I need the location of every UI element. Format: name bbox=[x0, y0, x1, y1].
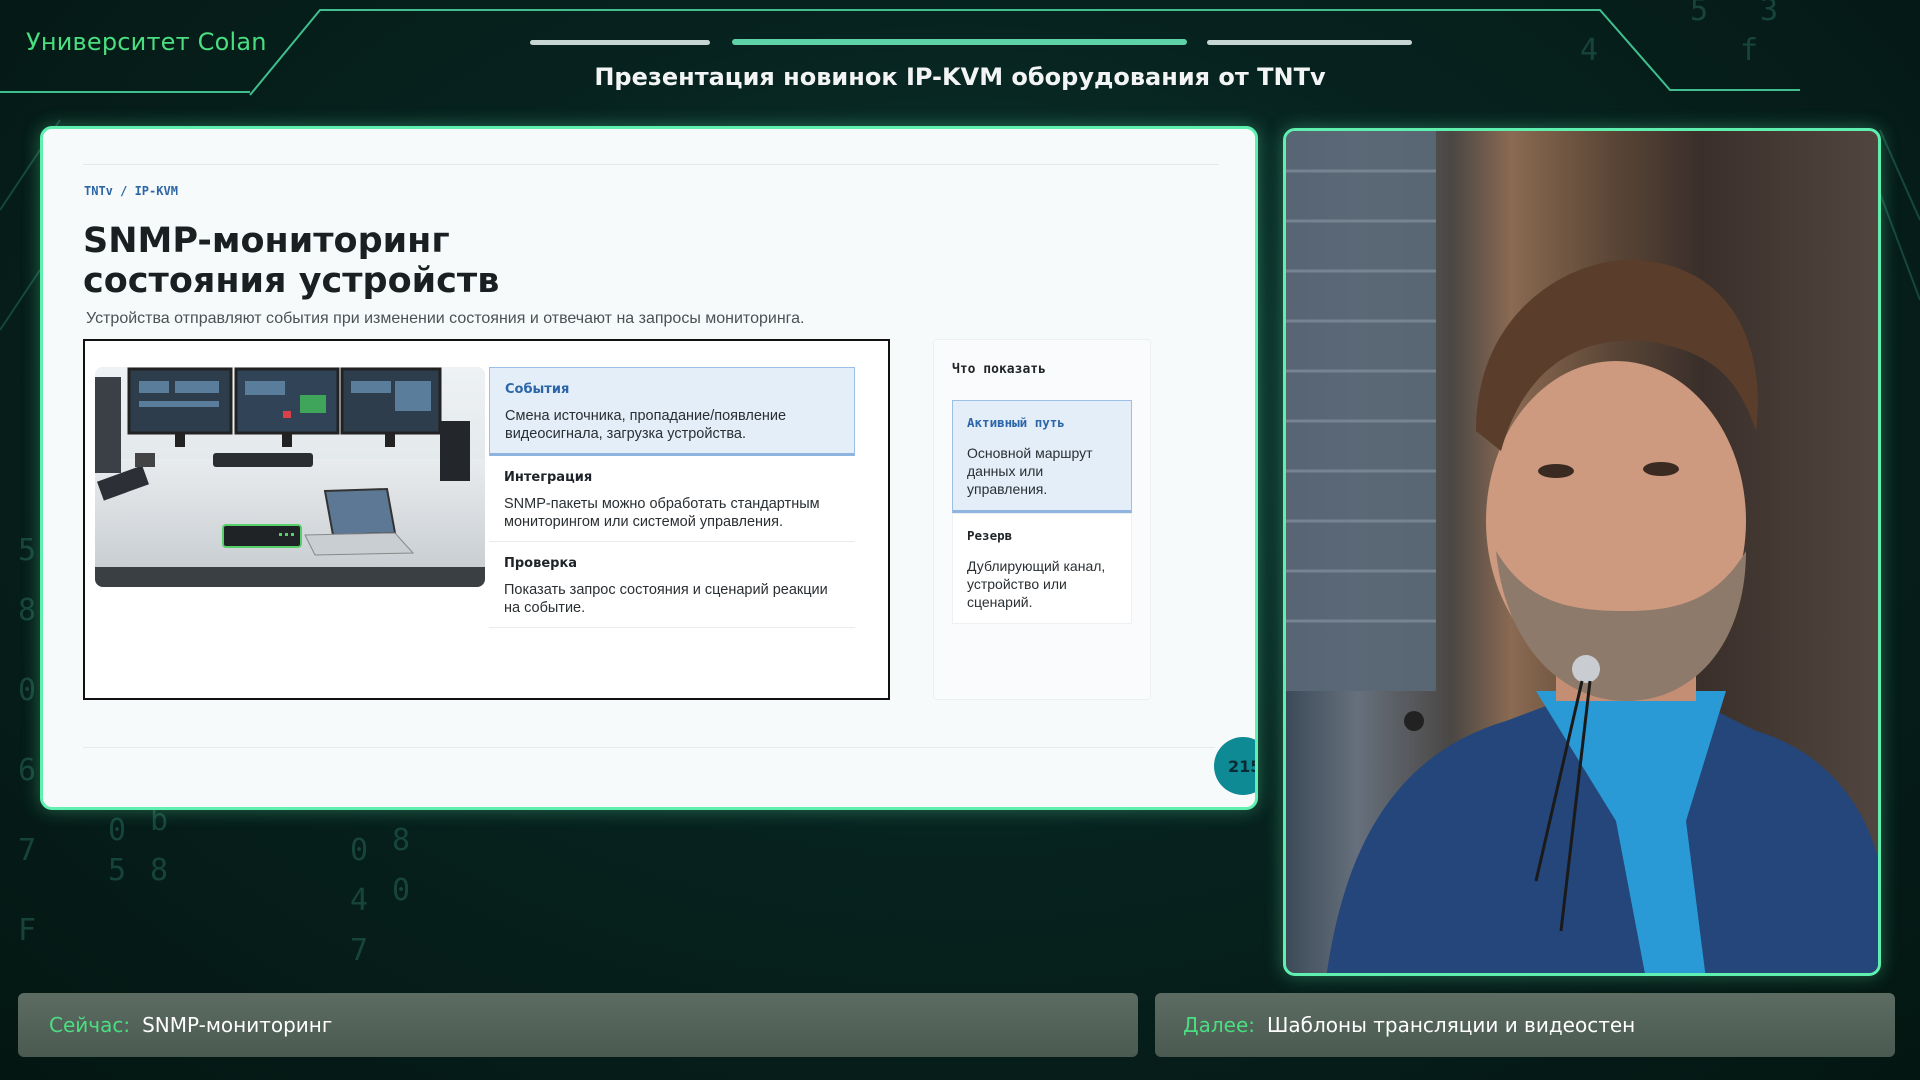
presentation-slide: TNTv / IP-KVM SNMP-мониторинг состояния … bbox=[40, 126, 1258, 810]
card-check[interactable]: Проверка Показать запрос состояния и сце… bbox=[489, 542, 855, 628]
svg-text:0: 0 bbox=[350, 833, 368, 868]
slide-divider-top bbox=[83, 164, 1219, 165]
side-card-reserve[interactable]: Резерв Дублирующий канал, устройство или… bbox=[952, 513, 1132, 624]
svg-text:8: 8 bbox=[150, 853, 168, 888]
svg-text:5: 5 bbox=[18, 533, 36, 568]
card-heading: События bbox=[505, 382, 570, 397]
card-integration[interactable]: Интеграция SNMP-пакеты можно обработать … bbox=[489, 456, 855, 542]
header-bar-center bbox=[732, 39, 1187, 45]
side-card-text: Дублирующий канал, устройство или сценар… bbox=[967, 558, 1106, 610]
now-value: SNMP-мониторинг bbox=[142, 1013, 333, 1037]
feature-cards: События Смена источника, пропадание/появ… bbox=[489, 367, 855, 628]
side-panel-heading: Что показать bbox=[952, 362, 1046, 377]
event-title: Презентация новинок IP-KVM оборудования … bbox=[594, 63, 1326, 91]
speaker-video bbox=[1283, 128, 1881, 976]
slide-title: SNMP-мониторинг состояния устройств bbox=[83, 221, 783, 301]
now-bar: Сейчас: SNMP-мониторинг bbox=[18, 993, 1138, 1057]
speaker-image bbox=[1286, 131, 1878, 973]
svg-text:7: 7 bbox=[350, 933, 368, 968]
side-cards: Активный путь Основной маршрут данных ил… bbox=[952, 400, 1132, 624]
card-heading: Проверка bbox=[504, 556, 578, 571]
header-bar-left bbox=[530, 40, 710, 45]
svg-text:0: 0 bbox=[18, 673, 36, 708]
svg-text:6: 6 bbox=[18, 753, 36, 788]
card-text: Показать запрос состояния и сценарий реа… bbox=[504, 582, 828, 616]
side-card-active-path[interactable]: Активный путь Основной маршрут данных ил… bbox=[952, 400, 1132, 513]
next-bar: Далее: Шаблоны трансляции и видеостен bbox=[1155, 993, 1895, 1057]
page-number-badge: 215 bbox=[1214, 737, 1255, 795]
svg-text:7: 7 bbox=[18, 833, 36, 868]
workstation-illustration bbox=[95, 367, 485, 587]
side-card-heading: Резерв bbox=[967, 528, 1013, 543]
now-label: Сейчас: bbox=[49, 1013, 131, 1037]
slide-content-box: События Смена источника, пропадание/появ… bbox=[83, 339, 890, 700]
svg-text:5: 5 bbox=[108, 853, 126, 888]
slide-title-line-2: состояния устройств bbox=[83, 261, 500, 301]
slide-breadcrumb: TNTv / IP-KVM bbox=[84, 184, 178, 198]
next-value: Шаблоны трансляции и видеостен bbox=[1267, 1013, 1636, 1037]
brand-logo-text: Университет Colan bbox=[26, 28, 267, 56]
svg-text:0: 0 bbox=[108, 813, 126, 848]
slide-divider-bottom bbox=[83, 747, 1215, 748]
card-events[interactable]: События Смена источника, пропадание/появ… bbox=[489, 367, 855, 456]
side-card-text: Основной маршрут данных или управления. bbox=[967, 445, 1093, 497]
slide-title-line-1: SNMP-мониторинг bbox=[83, 221, 450, 261]
card-heading: Интеграция bbox=[504, 470, 593, 485]
card-text: Смена источника, пропадание/появление ви… bbox=[505, 408, 787, 442]
next-label: Далее: bbox=[1183, 1013, 1256, 1037]
card-text: SNMP-пакеты можно обработать стандартным… bbox=[504, 496, 820, 530]
svg-text:8: 8 bbox=[18, 593, 36, 628]
side-card-heading: Активный путь bbox=[967, 415, 1065, 430]
header-bar-right bbox=[1207, 40, 1412, 45]
slide-subtitle: Устройства отправляют события при измене… bbox=[86, 310, 805, 327]
side-panel: Что показать Активный путь Основной марш… bbox=[933, 339, 1151, 700]
svg-text:8: 8 bbox=[392, 823, 410, 858]
svg-text:4: 4 bbox=[350, 883, 368, 918]
svg-text:0: 0 bbox=[392, 873, 410, 908]
workstation-image bbox=[95, 367, 485, 587]
svg-text:F: F bbox=[18, 913, 36, 948]
